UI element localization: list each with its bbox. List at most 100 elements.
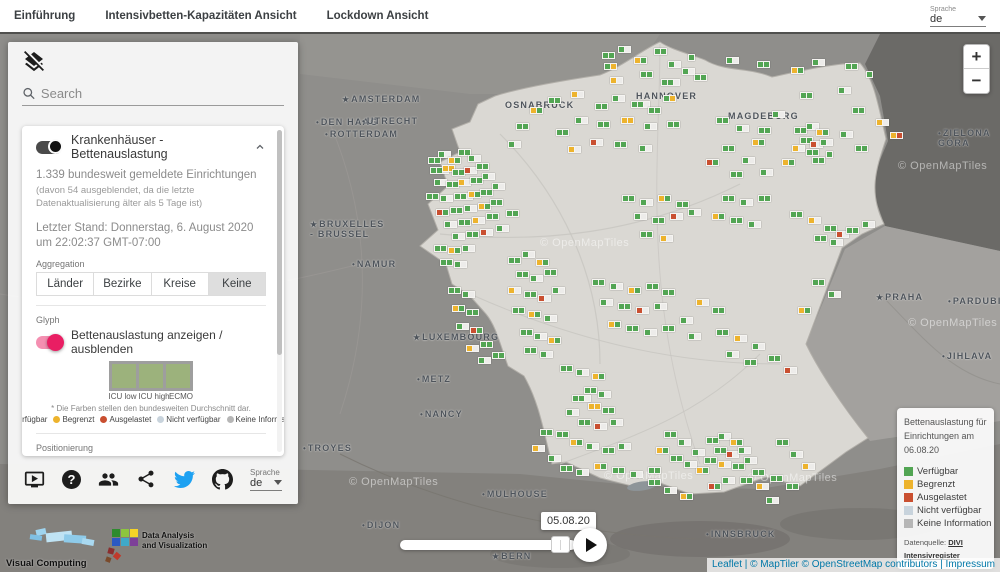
hospital-glyph-marker[interactable] — [712, 213, 725, 220]
hospital-glyph-marker[interactable] — [592, 373, 605, 380]
hospital-glyph-marker[interactable] — [626, 325, 639, 332]
hospital-glyph-marker[interactable] — [622, 195, 635, 202]
hospital-glyph-marker[interactable] — [480, 229, 493, 236]
hospital-glyph-marker[interactable] — [722, 477, 735, 484]
hospital-glyph-marker[interactable] — [522, 251, 535, 258]
hospital-glyph-marker[interactable] — [748, 221, 761, 228]
hospital-glyph-marker[interactable] — [730, 171, 743, 178]
hospital-glyph-marker[interactable] — [524, 347, 537, 354]
hospital-glyph-marker[interactable] — [448, 247, 461, 254]
hospital-glyph-marker[interactable] — [738, 447, 751, 454]
hospital-glyph-marker[interactable] — [544, 315, 557, 322]
timeline-slider[interactable] — [400, 540, 576, 550]
hospital-glyph-marker[interactable] — [612, 95, 625, 102]
hospital-glyph-marker[interactable] — [588, 403, 601, 410]
hospital-glyph-marker[interactable] — [506, 210, 519, 217]
hospital-glyph-marker[interactable] — [802, 463, 815, 470]
hospital-glyph-marker[interactable] — [464, 205, 477, 212]
hospital-glyph-marker[interactable] — [752, 343, 765, 350]
hospital-glyph-marker[interactable] — [768, 355, 781, 362]
hospital-glyph-marker[interactable] — [610, 283, 623, 290]
hospital-glyph-marker[interactable] — [434, 245, 447, 252]
card-scrollbar[interactable] — [277, 130, 282, 452]
hospital-glyph-marker[interactable] — [508, 287, 521, 294]
hospital-glyph-marker[interactable] — [470, 327, 483, 334]
hospital-glyph-marker[interactable] — [538, 295, 551, 302]
hospital-glyph-marker[interactable] — [782, 159, 795, 166]
hospital-glyph-marker[interactable] — [604, 63, 617, 70]
hospital-glyph-marker[interactable] — [722, 145, 735, 152]
hospital-glyph-marker[interactable] — [694, 74, 707, 81]
hospital-glyph-marker[interactable] — [630, 471, 643, 478]
language-select-top[interactable]: Sprache de — [930, 6, 986, 27]
hospital-glyph-marker[interactable] — [730, 439, 743, 446]
hospital-glyph-marker[interactable] — [480, 341, 493, 348]
hospital-glyph-marker[interactable] — [552, 287, 565, 294]
chevron-up-icon[interactable] — [254, 141, 266, 153]
hospital-glyph-marker[interactable] — [602, 407, 615, 414]
hospital-glyph-marker[interactable] — [790, 211, 803, 218]
hospital-glyph-marker[interactable] — [692, 449, 705, 456]
hospital-glyph-marker[interactable] — [560, 365, 573, 372]
hospital-glyph-marker[interactable] — [862, 221, 875, 228]
hospital-glyph-marker[interactable] — [784, 367, 797, 374]
nav-tab-2[interactable]: Intensivbetten-Kapazitäten Ansicht — [105, 10, 296, 22]
hospital-glyph-marker[interactable] — [478, 357, 491, 364]
hospital-glyph-marker[interactable] — [668, 61, 681, 68]
hospital-glyph-marker[interactable] — [462, 245, 475, 252]
hospital-glyph-marker[interactable] — [628, 287, 641, 294]
hospital-glyph-marker[interactable] — [540, 429, 553, 436]
hospital-glyph-marker[interactable] — [648, 479, 661, 486]
hospital-glyph-marker[interactable] — [594, 463, 607, 470]
hospital-glyph-marker[interactable] — [838, 87, 851, 94]
hospital-glyph-marker[interactable] — [680, 493, 693, 500]
hospital-glyph-marker[interactable] — [476, 163, 489, 170]
divi-link[interactable]: DIVI — [948, 538, 963, 547]
hospital-glyph-marker[interactable] — [440, 259, 453, 266]
hospital-glyph-marker[interactable] — [752, 139, 765, 146]
hospital-glyph-marker[interactable] — [828, 291, 841, 298]
hospital-glyph-marker[interactable] — [584, 387, 597, 394]
hospital-glyph-marker[interactable] — [448, 157, 461, 164]
hospital-glyph-marker[interactable] — [855, 145, 868, 152]
hospital-glyph-marker[interactable] — [548, 337, 561, 344]
hospital-glyph-marker[interactable] — [571, 91, 584, 98]
hospital-glyph-marker[interactable] — [760, 169, 773, 176]
hospital-glyph-marker[interactable] — [704, 457, 717, 464]
timeline-handle[interactable] — [551, 536, 570, 553]
hospital-glyph-marker[interactable] — [556, 129, 569, 136]
hospital-glyph-marker[interactable] — [548, 455, 561, 462]
hospital-glyph-marker[interactable] — [618, 46, 631, 53]
hospital-glyph-marker[interactable] — [492, 352, 505, 359]
hospital-glyph-marker[interactable] — [812, 157, 825, 164]
visual-computing-logo[interactable]: Visual Computing — [6, 527, 114, 569]
hospital-glyph-marker[interactable] — [496, 225, 509, 232]
hospital-glyph-marker[interactable] — [718, 461, 731, 468]
hospital-glyph-marker[interactable] — [757, 61, 770, 68]
hospital-glyph-marker[interactable] — [572, 395, 591, 402]
hospital-glyph-marker[interactable] — [592, 279, 605, 286]
hospital-glyph-marker[interactable] — [530, 275, 543, 282]
hospital-glyph-marker[interactable] — [756, 483, 769, 490]
hospital-glyph-marker[interactable] — [560, 465, 573, 472]
hospital-glyph-marker[interactable] — [726, 351, 739, 358]
hospital-glyph-marker[interactable] — [448, 287, 461, 294]
hospital-glyph-marker[interactable] — [736, 125, 749, 132]
hospital-glyph-marker[interactable] — [648, 107, 661, 114]
hospital-glyph-marker[interactable] — [540, 351, 553, 358]
hospital-glyph-marker[interactable] — [816, 129, 829, 136]
hospital-glyph-marker[interactable] — [766, 497, 779, 504]
hospital-glyph-marker[interactable] — [667, 121, 680, 128]
hospital-glyph-marker[interactable] — [708, 483, 721, 490]
hospital-glyph-marker[interactable] — [534, 333, 547, 340]
hospital-glyph-marker[interactable] — [482, 173, 495, 180]
hospital-glyph-marker[interactable] — [663, 95, 676, 102]
hospital-glyph-marker[interactable] — [595, 103, 608, 110]
team-icon[interactable] — [98, 469, 119, 490]
hospital-glyph-marker[interactable] — [610, 419, 623, 426]
hospital-glyph-marker[interactable] — [566, 409, 579, 416]
hospital-glyph-marker[interactable] — [812, 279, 825, 286]
hospital-glyph-marker[interactable] — [742, 157, 755, 164]
hospital-glyph-marker[interactable] — [462, 291, 475, 298]
hospital-glyph-marker[interactable] — [472, 217, 485, 224]
